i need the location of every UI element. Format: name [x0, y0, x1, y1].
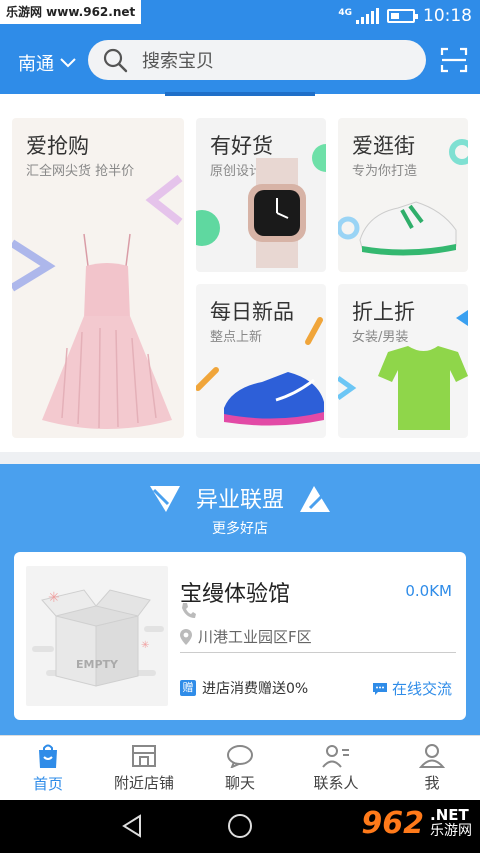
- bottom-watermark: 962 .NET 乐游网: [361, 806, 472, 841]
- shop-promo-text: 进店消费赠送0%: [202, 681, 309, 697]
- svg-text:✳: ✳: [141, 640, 149, 651]
- alliance-section: 异业联盟 更多好店 ✳ ✳ EMPTY 宝缦体验馆 0.0KM 川港工业园区F区…: [0, 464, 480, 735]
- search-bar[interactable]: 搜索宝贝: [88, 40, 426, 80]
- phone-icon[interactable]: [180, 602, 196, 620]
- shop-card[interactable]: ✳ ✳ EMPTY 宝缦体验馆 0.0KM 川港工业园区F区 赠 进店消费赠送0…: [14, 552, 466, 720]
- chat-icon: [372, 682, 387, 695]
- system-nav-bar: 962 .NET 乐游网: [0, 800, 480, 853]
- status-icons: 4G 10:18: [338, 0, 472, 32]
- city-label: 南通: [18, 54, 54, 75]
- shop-name: 宝缦体验馆: [180, 582, 291, 607]
- empty-label: EMPTY: [76, 658, 118, 671]
- sneaker-image: [338, 139, 468, 256]
- clock: 10:18: [423, 6, 472, 26]
- promo-grid: 爱抢购 汇全网尖货 抢半价 有好货 原创设计 爱逛街 专为你打造 每日新品 整点…: [0, 96, 480, 452]
- shopping-bag-icon: [39, 744, 57, 768]
- running-shoe-image: [196, 317, 324, 426]
- location-pin-icon: [180, 628, 192, 645]
- shop-image-placeholder: ✳ ✳ EMPTY: [26, 566, 168, 706]
- dress-image: [12, 174, 183, 429]
- tab-contacts[interactable]: 联系人: [288, 736, 384, 801]
- scan-icon[interactable]: [440, 46, 468, 74]
- home-icon[interactable]: [227, 813, 253, 839]
- decoration-right-icon: [300, 486, 330, 512]
- promo-card-flash-sale[interactable]: 爱抢购 汇全网尖货 抢半价: [12, 118, 184, 438]
- search-placeholder: 搜索宝贝: [142, 51, 214, 72]
- shop-address-row: 川港工业园区F区: [180, 626, 312, 647]
- watch-image: [196, 144, 326, 268]
- tab-me[interactable]: 我: [384, 736, 480, 801]
- gift-badge-icon: 赠: [180, 680, 196, 696]
- status-bar: 乐游网 www.962.net 4G 10:18: [0, 0, 480, 32]
- user-icon: [419, 744, 445, 768]
- chat-bubble-icon: [227, 745, 253, 768]
- contacts-icon: [322, 745, 349, 768]
- battery-icon: [387, 9, 418, 23]
- alliance-subtitle[interactable]: 更多好店: [0, 518, 480, 538]
- chat-label: 在线交流: [391, 680, 452, 698]
- top-header: 南通 搜索宝贝: [0, 32, 480, 94]
- promo-card-daily-new[interactable]: 每日新品 整点上新: [196, 284, 326, 438]
- watermark-text: 乐游网 www.962.net: [0, 0, 142, 24]
- chevron-down-icon: [60, 58, 76, 68]
- tab-nearby-shops[interactable]: 附近店铺: [96, 736, 192, 801]
- shop-promo-row: 赠 进店消费赠送0%: [180, 678, 308, 698]
- tab-label: 聊天: [224, 774, 255, 792]
- tab-label: 附近店铺: [113, 774, 174, 792]
- tshirt-image: [338, 310, 468, 430]
- bottom-tab-bar: 首页 附近店铺 聊天 联系人 我: [0, 735, 480, 800]
- tab-label: 联系人: [313, 774, 359, 792]
- promo-card-good-goods[interactable]: 有好货 原创设计: [196, 118, 326, 272]
- watermark-caption: 乐游网: [430, 823, 472, 840]
- tab-label: 首页: [32, 775, 63, 793]
- empty-box-icon: ✳ ✳: [32, 589, 164, 687]
- network-type: 4G: [338, 8, 352, 18]
- shop-distance: 0.0KM: [405, 582, 452, 600]
- watermark-suffix: .NET: [430, 806, 469, 825]
- shop-address: 川港工业园区F区: [198, 628, 312, 646]
- city-selector[interactable]: 南通: [18, 50, 76, 76]
- promo-card-discount[interactable]: 折上折 女装/男装: [338, 284, 468, 438]
- tab-home[interactable]: 首页: [0, 736, 96, 801]
- watermark-brand: 962: [361, 806, 424, 841]
- online-chat-button[interactable]: 在线交流: [372, 678, 452, 699]
- alliance-title: 异业联盟: [195, 488, 284, 513]
- shop-divider: [180, 652, 456, 653]
- back-icon[interactable]: [120, 814, 144, 838]
- svg-text:✳: ✳: [48, 590, 60, 606]
- tab-label: 我: [424, 774, 440, 792]
- signal-icon: 4G: [338, 8, 379, 24]
- tab-chat[interactable]: 聊天: [192, 736, 288, 801]
- storefront-icon: [132, 745, 156, 767]
- search-icon: [103, 48, 128, 73]
- promo-card-shopping[interactable]: 爱逛街 专为你打造: [338, 118, 468, 272]
- section-divider: [0, 452, 480, 464]
